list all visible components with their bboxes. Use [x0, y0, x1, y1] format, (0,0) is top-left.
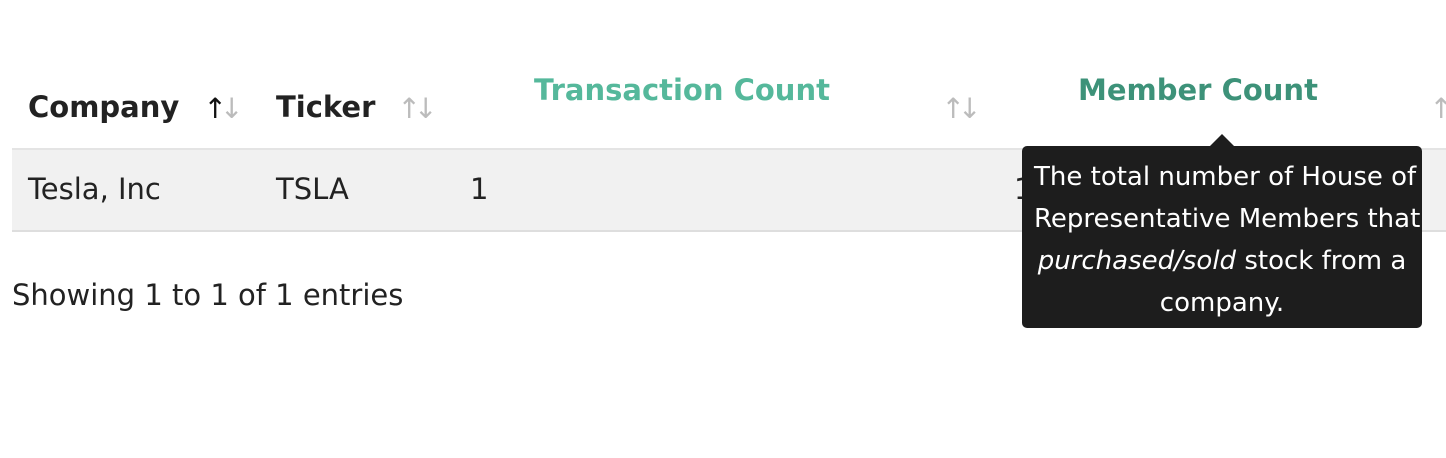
stock-table-page: Company ↑ ↓ Ticker ↑ ↓ Transaction Count…	[0, 0, 1446, 458]
sort-down-icon: ↓	[958, 92, 982, 125]
sort-up-icon: ↑	[397, 92, 422, 125]
sort-up-icon: ↑	[941, 92, 966, 125]
table-entry-count: Showing 1 to 1 of 1 entries	[12, 278, 404, 312]
tooltip-line: Representative Members that	[1034, 204, 1421, 234]
member-count-sort-icon[interactable]: ↑ ↓	[1426, 94, 1446, 124]
sort-up-icon: ↑	[1429, 92, 1446, 125]
column-header-member-count[interactable]: Member Count	[1078, 76, 1318, 105]
company-cell: Tesla, Inc	[28, 172, 161, 206]
sort-down-icon: ↓	[220, 92, 244, 125]
column-header-transaction-count[interactable]: Transaction Count	[534, 76, 830, 105]
member-count-tooltip: The total number of House of Representat…	[1022, 146, 1422, 328]
column-header-ticker[interactable]: Ticker	[276, 93, 375, 122]
sort-down-icon: ↓	[414, 92, 438, 125]
member-count-tooltip-arrow	[1210, 134, 1234, 146]
tooltip-line: The total number of House of	[1034, 162, 1417, 192]
sort-up-icon: ↑	[203, 92, 228, 125]
column-header-company[interactable]: Company	[28, 93, 179, 122]
tooltip-line: purchased/sold stock from a	[1034, 240, 1410, 282]
ticker-cell: TSLA	[276, 172, 349, 206]
company-sort-icon[interactable]: ↑ ↓	[200, 92, 244, 125]
tooltip-line: company.	[1159, 288, 1285, 318]
tooltip-emphasis: purchased/sold	[1037, 246, 1237, 276]
tooltip-line-text: stock from a	[1236, 246, 1407, 276]
transaction-count-sort-icon[interactable]: ↑ ↓	[938, 92, 982, 125]
ticker-sort-icon[interactable]: ↑ ↓	[394, 92, 438, 125]
transaction-count-cell: 1	[470, 172, 489, 206]
